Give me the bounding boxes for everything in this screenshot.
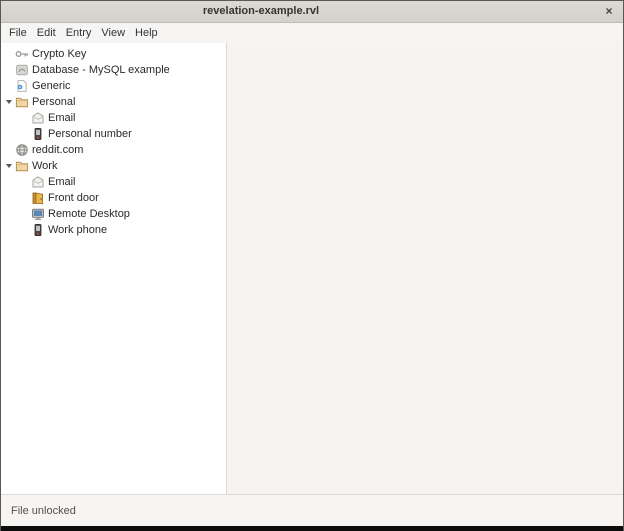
tree-item-label: Email	[48, 176, 76, 188]
tree-item-personal-number[interactable]: Personal number	[1, 126, 226, 142]
menu-item-edit[interactable]: Edit	[32, 24, 61, 42]
tree-item-work[interactable]: Work	[1, 158, 226, 174]
tree-item-label: Work phone	[48, 224, 107, 236]
database-icon	[15, 63, 29, 77]
tree-item-front-door[interactable]: Front door	[1, 190, 226, 206]
tree-item-email[interactable]: Email	[1, 174, 226, 190]
key-icon	[15, 47, 29, 61]
menubar: FileEditEntryViewHelp	[1, 23, 623, 43]
menu-item-help[interactable]: Help	[130, 24, 163, 42]
menu-item-entry[interactable]: Entry	[61, 24, 97, 42]
website-icon	[15, 143, 29, 157]
expander-icon[interactable]	[3, 164, 15, 168]
tree-item-label: Generic	[32, 80, 71, 92]
entry-tree-panel: Crypto Key Database - MySQL example Generi…	[1, 43, 227, 494]
window-title: revelation-example.rvl	[61, 1, 461, 22]
titlebar[interactable]: revelation-example.rvl ×	[1, 1, 623, 23]
tree-item-label: reddit.com	[32, 144, 83, 156]
tree-item-label: Front door	[48, 192, 99, 204]
expander-icon[interactable]	[3, 100, 15, 104]
email-icon	[31, 111, 45, 125]
tree-item-label: Email	[48, 112, 76, 124]
menu-item-view[interactable]: View	[96, 24, 130, 42]
tree-item-email[interactable]: Email	[1, 110, 226, 126]
folder-icon	[15, 95, 29, 109]
email-icon	[31, 175, 45, 189]
status-text: File unlocked	[11, 505, 76, 517]
tree-item-label: Personal	[32, 96, 75, 108]
menu-item-file[interactable]: File	[4, 24, 32, 42]
tree-item-label: Remote Desktop	[48, 208, 130, 220]
tree-item-remote-desktop[interactable]: Remote Desktop	[1, 206, 226, 222]
phone-icon	[31, 223, 45, 237]
triangle-down-icon	[6, 164, 12, 168]
phone-icon	[31, 127, 45, 141]
main-area: Crypto Key Database - MySQL example Generi…	[1, 43, 623, 494]
tree-item-label: Personal number	[48, 128, 132, 140]
tree-item-database-mysql-example[interactable]: Database - MySQL example	[1, 62, 226, 78]
tree-item-label: Database - MySQL example	[32, 64, 170, 76]
close-icon[interactable]: ×	[600, 1, 618, 22]
statusbar: File unlocked	[1, 494, 623, 526]
tree-item-generic[interactable]: Generic	[1, 78, 226, 94]
tree-item-reddit-com[interactable]: reddit.com	[1, 142, 226, 158]
content-panel	[227, 43, 623, 494]
tree-item-crypto-key[interactable]: Crypto Key	[1, 46, 226, 62]
tree-item-personal[interactable]: Personal	[1, 94, 226, 110]
tree-item-label: Crypto Key	[32, 48, 86, 60]
app-window: revelation-example.rvl × FileEditEntryVi…	[0, 0, 624, 531]
generic-icon	[15, 79, 29, 93]
remote-desktop-icon	[31, 207, 45, 221]
door-icon	[31, 191, 45, 205]
window-bottom-edge	[1, 526, 623, 531]
tree-item-label: Work	[32, 160, 57, 172]
folder-icon	[15, 159, 29, 173]
tree-item-work-phone[interactable]: Work phone	[1, 222, 226, 238]
triangle-down-icon	[6, 100, 12, 104]
